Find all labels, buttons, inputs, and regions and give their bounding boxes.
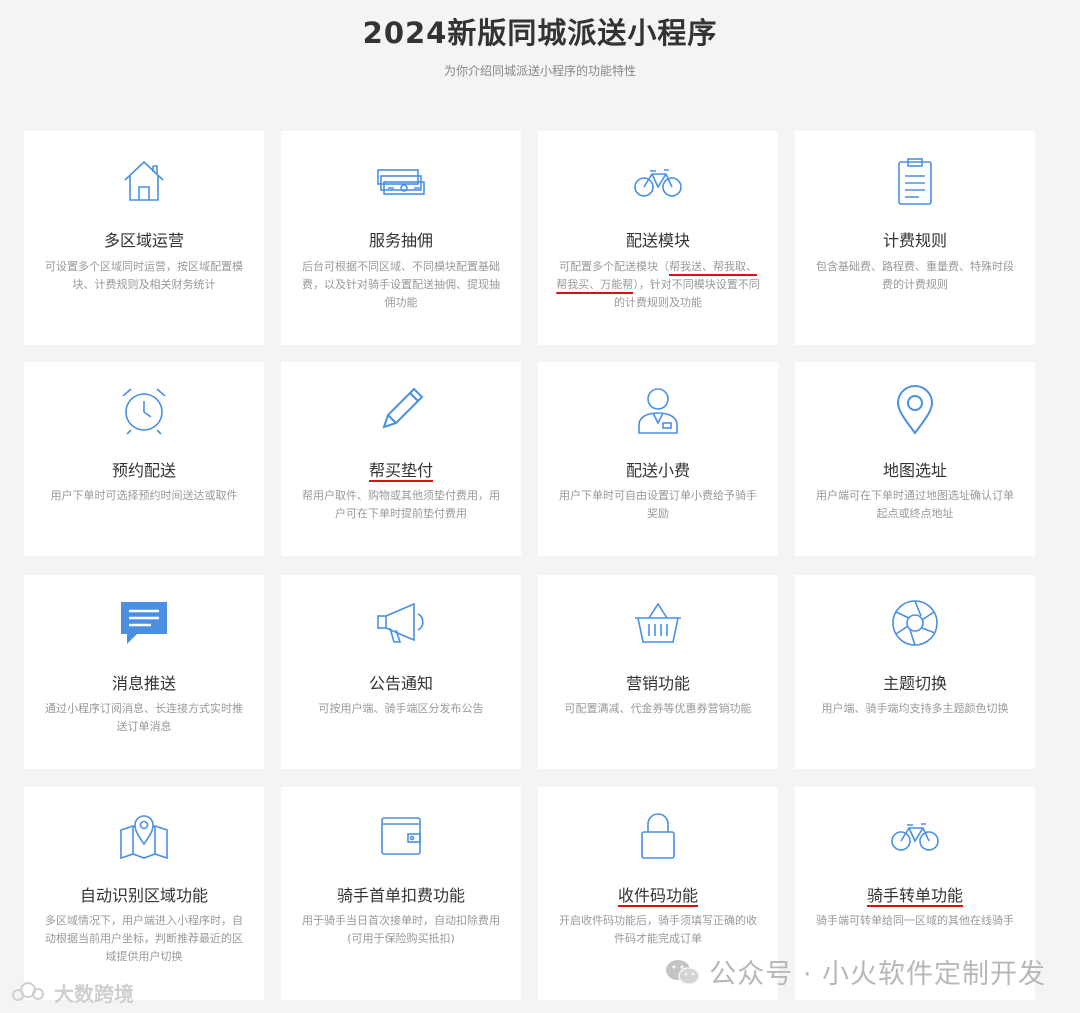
alarm-clock-icon bbox=[24, 382, 264, 438]
feature-card-delivery-module: 配送模块 可配置多个配送模块（帮我送、帮我取、帮我买、万能帮），针对不同模块设置… bbox=[538, 131, 778, 345]
cloud-logo-icon bbox=[12, 981, 44, 1001]
card-title: 服务抽佣 bbox=[368, 231, 433, 250]
card-desc: 可配置多个配送模块（帮我送、帮我取、帮我买、万能帮），针对不同模块设置不同的计费… bbox=[556, 260, 760, 309]
feature-card-message-push: 消息推送 通过小程序订阅消息、长连接方式实时推送订单消息 bbox=[24, 575, 264, 769]
card-desc: 帮用户取件、购物或其他须垫付费用，用户可在下单时提前垫付费用 bbox=[302, 489, 500, 520]
feature-card-auto-region: 自动识别区域功能 多区域情况下，用户端进入小程序时，自动根据当前用户坐标，判断推… bbox=[24, 787, 264, 1000]
card-title: 帮买垫付 bbox=[368, 461, 433, 480]
basket-icon bbox=[538, 595, 778, 651]
card-title: 预约配送 bbox=[111, 461, 176, 480]
card-title: 地图选址 bbox=[882, 461, 947, 480]
house-icon bbox=[24, 153, 264, 209]
courier-person-icon bbox=[538, 382, 778, 438]
card-title: 营销功能 bbox=[625, 674, 690, 693]
feature-card-marketing: 营销功能 可配置满减、代金券等优惠券营销功能 bbox=[538, 575, 778, 769]
padlock-icon bbox=[538, 807, 778, 863]
card-desc: 骑手端可转单给同一区域的其他在线骑手 bbox=[816, 914, 1014, 927]
card-desc: 用户端、骑手端均支持多主题颜色切换 bbox=[821, 702, 1009, 715]
card-desc: 用户下单时可选择预约时间送达或取件 bbox=[50, 489, 238, 502]
card-title: 配送模块 bbox=[625, 231, 690, 250]
bicycle-icon bbox=[538, 153, 778, 209]
feature-card-announcement: 公告通知 可按用户端、骑手端区分发布公告 bbox=[281, 575, 521, 769]
card-title: 收件码功能 bbox=[617, 886, 698, 905]
megaphone-icon bbox=[281, 595, 521, 651]
clipboard-icon bbox=[795, 153, 1035, 209]
card-title: 配送小费 bbox=[625, 461, 690, 480]
bicycle-icon bbox=[795, 807, 1035, 863]
map-region-icon bbox=[24, 807, 264, 863]
card-title: 自动识别区域功能 bbox=[79, 886, 208, 905]
page-subtitle: 为你介绍同城派送小程序的功能特性 bbox=[443, 64, 636, 78]
aperture-icon bbox=[795, 595, 1035, 651]
card-desc: 开启收件码功能后，骑手须填写正确的收件码才能完成订单 bbox=[559, 914, 757, 945]
card-desc: 可设置多个区域同时运营，按区域配置模块、计费规则及相关财务统计 bbox=[45, 260, 243, 291]
corner-logo: 大数跨境 bbox=[10, 978, 134, 1007]
feature-card-map-select: 地图选址 用户端可在下单时通过地图选址确认订单起点或终点地址 bbox=[795, 362, 1035, 556]
feature-card-buy-prepay: 帮买垫付 帮用户取件、购物或其他须垫付费用，用户可在下单时提前垫付费用 bbox=[281, 362, 521, 556]
feature-card-commission: 服务抽佣 后台可根据不同区域、不同模块配置基础费，以及针对骑手设置配送抽佣、提现… bbox=[281, 131, 521, 345]
watermark-text: 公众号 · 小火软件定制开发 bbox=[709, 959, 1046, 990]
feature-card-pricing-rules: 计费规则 包含基础费、路程费、重量费、特殊时段费的计费规则 bbox=[795, 131, 1035, 345]
card-title: 计费规则 bbox=[882, 231, 947, 250]
card-desc: 用于骑手当日首次接单时，自动扣除费用(可用于保险购买抵扣) bbox=[302, 914, 500, 945]
wechat-watermark: 公众号 · 小火软件定制开发 bbox=[663, 952, 1046, 991]
feature-card-first-order-fee: 骑手首单扣费功能 用于骑手当日首次接单时，自动扣除费用(可用于保险购买抵扣) bbox=[281, 787, 521, 1000]
feature-card-scheduled: 预约配送 用户下单时可选择预约时间送达或取件 bbox=[24, 362, 264, 556]
card-title: 公告通知 bbox=[368, 674, 433, 693]
money-stack-icon bbox=[281, 153, 521, 209]
card-desc: 包含基础费、路程费、重量费、特殊时段费的计费规则 bbox=[816, 260, 1014, 291]
card-desc: 多区域情况下，用户端进入小程序时，自动根据当前用户坐标，判断推荐最近的区域提供用… bbox=[45, 914, 243, 963]
card-desc: 通过小程序订阅消息、长连接方式实时推送订单消息 bbox=[45, 702, 243, 733]
card-title: 骑手首单扣费功能 bbox=[336, 886, 465, 905]
feature-card-tip: 配送小费 用户下单时可自由设置订单小费给予骑手奖励 bbox=[538, 362, 778, 556]
page-title: 2024新版同城派送小程序 bbox=[362, 16, 718, 50]
feature-card-multi-region: 多区域运营 可设置多个区域同时运营，按区域配置模块、计费规则及相关财务统计 bbox=[24, 131, 264, 345]
corner-logo-text: 大数跨境 bbox=[54, 982, 134, 1006]
card-desc: 可按用户端、骑手端区分发布公告 bbox=[318, 702, 484, 715]
wechat-icon bbox=[666, 959, 700, 985]
pencil-icon bbox=[281, 382, 521, 438]
card-desc: 用户端可在下单时通过地图选址确认订单起点或终点地址 bbox=[816, 489, 1014, 520]
card-desc: 可配置满减、代金券等优惠券营销功能 bbox=[564, 702, 752, 715]
wallet-icon bbox=[281, 807, 521, 863]
card-desc: 用户下单时可自由设置订单小费给予骑手奖励 bbox=[559, 489, 757, 520]
feature-card-theme: 主题切换 用户端、骑手端均支持多主题颜色切换 bbox=[795, 575, 1035, 769]
map-pin-icon bbox=[795, 382, 1035, 438]
card-desc: 后台可根据不同区域、不同模块配置基础费，以及针对骑手设置配送抽佣、提现抽佣功能 bbox=[302, 260, 500, 309]
card-title: 主题切换 bbox=[882, 674, 947, 693]
card-title: 消息推送 bbox=[111, 674, 176, 693]
message-icon bbox=[24, 595, 264, 651]
card-title: 骑手转单功能 bbox=[866, 886, 963, 905]
card-title: 多区域运营 bbox=[103, 231, 184, 250]
